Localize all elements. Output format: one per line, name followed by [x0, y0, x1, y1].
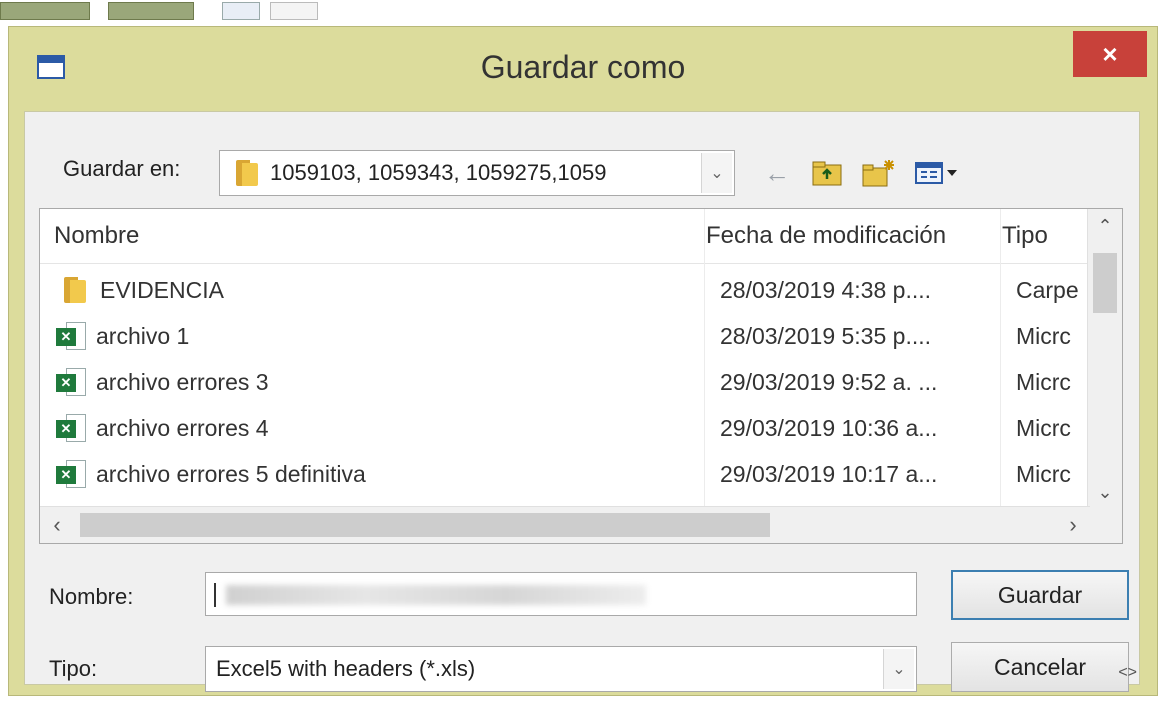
filetype-value: Excel5 with headers (*.xls) [216, 656, 476, 681]
up-folder-icon[interactable] [807, 158, 847, 188]
column-header-type[interactable]: Tipo [1002, 209, 1090, 263]
title-bar: Guardar como × [9, 27, 1157, 111]
list-header: Nombre Fecha de modificación Tipo [40, 209, 1090, 264]
filetype-select[interactable]: Excel5 with headers (*.xls) ⌄ [205, 646, 917, 692]
scroll-left-icon[interactable]: ‹ [40, 507, 74, 543]
list-item[interactable]: EVIDENCIA 28/03/2019 4:38 p.... Carpe [40, 267, 1090, 313]
background-app-toolbar [0, 0, 1168, 26]
filename-label: Nombre: [49, 584, 134, 609]
horizontal-scrollbar[interactable]: ‹ › [40, 506, 1090, 543]
chevron-down-icon[interactable]: ⌄ [701, 153, 732, 193]
scroll-down-icon[interactable]: ⌄ [1088, 475, 1122, 509]
new-folder-icon[interactable] [859, 158, 899, 188]
chevron-down-icon[interactable]: ⌄ [883, 649, 914, 689]
list-item[interactable]: archivo errores 5 definitiva 29/03/2019 … [40, 451, 1090, 497]
excel-file-icon [56, 368, 88, 396]
excel-file-icon [56, 460, 88, 488]
view-menu-icon[interactable] [911, 158, 963, 188]
file-list[interactable]: Nombre Fecha de modificación Tipo EVIDEN… [39, 208, 1123, 544]
redacted-filename [226, 585, 646, 605]
back-arrow-icon[interactable]: ← [759, 158, 795, 188]
resize-grip-icon[interactable]: <> [1118, 664, 1137, 682]
save-as-dialog: Guardar como × Guardar en: 1059103, 1059… [8, 26, 1158, 696]
filetype-label: Tipo: [49, 656, 98, 681]
cancel-button[interactable]: Cancelar [951, 642, 1129, 692]
column-header-name[interactable]: Nombre [54, 209, 694, 263]
list-item[interactable]: archivo 1 28/03/2019 5:35 p.... Micrc [40, 313, 1090, 359]
filename-input[interactable] [205, 572, 917, 616]
background-toolbar-button [0, 2, 90, 20]
save-in-value: 1059103, 1059343, 1059275,1059 [270, 160, 607, 185]
excel-file-icon [56, 322, 88, 350]
background-toolbar-button [270, 2, 318, 20]
scroll-up-icon[interactable]: ⌃ [1088, 209, 1122, 243]
save-in-label: Guardar en: [63, 156, 181, 181]
save-button[interactable]: Guardar [951, 570, 1129, 620]
scroll-right-icon[interactable]: › [1056, 507, 1090, 543]
close-button[interactable]: × [1073, 31, 1147, 77]
dialog-client-area: Guardar en: 1059103, 1059343, 1059275,10… [24, 111, 1140, 692]
list-item[interactable]: archivo errores 3 29/03/2019 9:52 a. ...… [40, 359, 1090, 405]
save-in-combo[interactable]: 1059103, 1059343, 1059275,1059 ⌄ [219, 150, 735, 196]
vertical-scrollbar[interactable]: ⌃ ⌄ [1087, 209, 1122, 509]
folder-icon [62, 277, 86, 303]
background-toolbar-button [108, 2, 194, 20]
scrollbar-corner [1088, 507, 1122, 543]
list-item[interactable]: archivo errores 4 29/03/2019 10:36 a... … [40, 405, 1090, 451]
background-toolbar-button [222, 2, 260, 20]
column-header-date[interactable]: Fecha de modificación [706, 209, 1006, 263]
text-caret [214, 583, 216, 607]
folder-icon [234, 160, 258, 186]
horizontal-scroll-thumb[interactable] [80, 513, 770, 537]
dialog-title: Guardar como [480, 49, 686, 85]
excel-file-icon [56, 414, 88, 442]
vertical-scroll-thumb[interactable] [1093, 253, 1117, 313]
